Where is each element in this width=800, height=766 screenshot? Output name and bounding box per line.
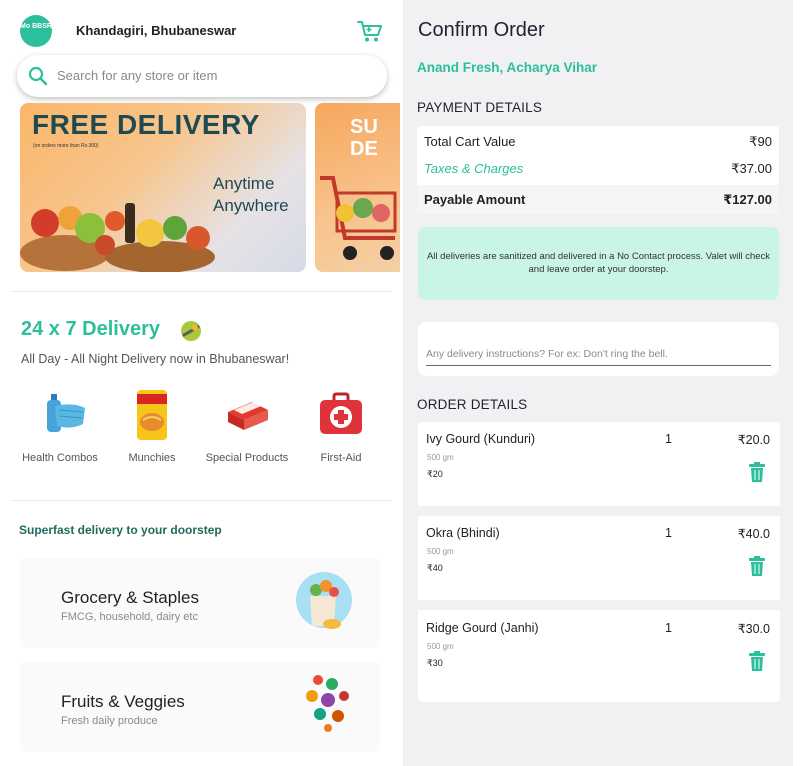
item-separator [418,600,780,610]
item-weight: 500 gm [427,453,454,462]
first-aid-icon [320,392,362,434]
item-weight: 500 gm [427,547,454,556]
scooter-badge-icon [181,321,201,341]
shopping-cart-image [320,176,397,260]
banner-tagline-1: Anytime [213,174,275,193]
category-label: First-Aid [320,452,362,464]
item-unit-price: ₹20 [427,469,443,479]
delivery-title: 24 x 7 Delivery [21,318,160,340]
item-quantity[interactable]: 1 [665,432,672,446]
item-name: Ridge Gourd (Janhi) [426,621,539,635]
trash-icon[interactable] [749,556,765,576]
total-cart-value: ₹90 [749,134,772,149]
location-label[interactable]: Khandagiri, Bhubaneswar [76,23,236,38]
munchies-icon [137,390,167,440]
free-delivery-banner[interactable]: FREE DELIVERY (on orders more than Rs.30… [20,103,306,272]
secondary-banner[interactable]: SU DE [315,103,400,272]
payment-details-card: Total Cart Value ₹90 Taxes & Charges ₹37… [417,126,779,214]
superfast-heading: Superfast delivery to your doorstep [19,523,222,537]
store-subtitle: FMCG, household, dairy etc [61,611,198,623]
item-name: Ivy Gourd (Kunduri) [426,432,536,446]
order-details-heading: ORDER DETAILS [417,397,528,412]
health-combo-icon [47,394,85,432]
order-items-list: Ivy Gourd (Kunduri) 1 ₹20.0 500 gm ₹20 O… [418,422,780,702]
divider [12,500,392,501]
delivery-subtitle: All Day - All Night Delivery now in Bhub… [21,352,290,366]
order-item: Okra (Bhindi) 1 ₹40.0 500 gm ₹40 [418,526,780,606]
grocery-basket-image [20,203,215,272]
app-logo[interactable]: Mo BBSR [20,15,52,47]
category-munchies[interactable]: Munchies [107,388,197,468]
item-unit-price: ₹30 [427,658,443,668]
store-name: Anand Fresh, Acharya Vihar [417,60,598,75]
banner-tagline-2: Anywhere [213,196,289,215]
search-bar[interactable]: Search for any store or item [17,55,387,97]
order-item: Ridge Gourd (Janhi) 1 ₹30.0 500 gm ₹30 [418,621,780,701]
category-special-products[interactable]: Special Products [202,388,292,468]
trash-icon[interactable] [749,651,765,671]
category-label: Special Products [205,452,289,464]
divider [12,291,392,292]
order-item: Ivy Gourd (Kunduri) 1 ₹20.0 500 gm ₹20 [418,432,780,512]
store-title: Grocery & Staples [61,588,199,607]
banner2-text: SU DE [350,116,378,160]
delivery-instructions-card [418,322,779,376]
item-unit-price: ₹40 [427,563,443,573]
search-icon [28,66,48,86]
taxes-value: ₹37.00 [731,161,772,176]
store-card-fruits-veggies[interactable]: Fruits & Veggies Fresh daily produce [20,662,380,752]
special-products-icon [228,400,268,430]
no-contact-notice: All deliveries are sanitized and deliver… [418,227,779,300]
item-price: ₹30.0 [737,622,770,636]
grocery-bag-image [296,572,352,629]
category-health-combos[interactable]: Health Combos [15,388,105,468]
home-screen: Mo BBSR Khandagiri, Bhubaneswar Search f… [0,0,400,766]
delivery-instructions-input[interactable] [426,336,771,366]
payment-details-heading: PAYMENT DETAILS [417,100,543,115]
cart-icon[interactable] [356,18,384,44]
trash-icon[interactable] [749,462,765,482]
item-quantity[interactable]: 1 [665,621,672,635]
fruits-veggies-image [306,675,349,732]
payable-label: Payable Amount [424,192,526,207]
taxes-label[interactable]: Taxes & Charges [424,161,523,176]
search-placeholder: Search for any store or item [57,68,218,83]
item-name: Okra (Bhindi) [426,526,500,540]
category-first-aid[interactable]: First-Aid [296,388,386,468]
category-label: Health Combos [22,452,98,464]
store-subtitle: Fresh daily produce [61,715,158,727]
item-separator [418,506,780,516]
banner-subtitle: (on orders more than Rs.300) [33,143,99,149]
store-title: Fruits & Veggies [61,692,185,711]
item-weight: 500 gm [427,642,454,651]
page-title: Confirm Order [418,19,545,41]
top-bar: Mo BBSR Khandagiri, Bhubaneswar [0,0,400,56]
item-price: ₹40.0 [737,527,770,541]
store-card-grocery[interactable]: Grocery & Staples FMCG, household, dairy… [20,558,380,648]
confirm-order-screen: Confirm Order Anand Fresh, Acharya Vihar… [403,0,793,766]
payable-value: ₹127.00 [723,192,772,207]
total-cart-label: Total Cart Value [424,134,516,149]
item-price: ₹20.0 [737,433,770,447]
banner-title: FREE DELIVERY [32,109,260,140]
item-quantity[interactable]: 1 [665,526,672,540]
category-label: Munchies [128,452,176,464]
